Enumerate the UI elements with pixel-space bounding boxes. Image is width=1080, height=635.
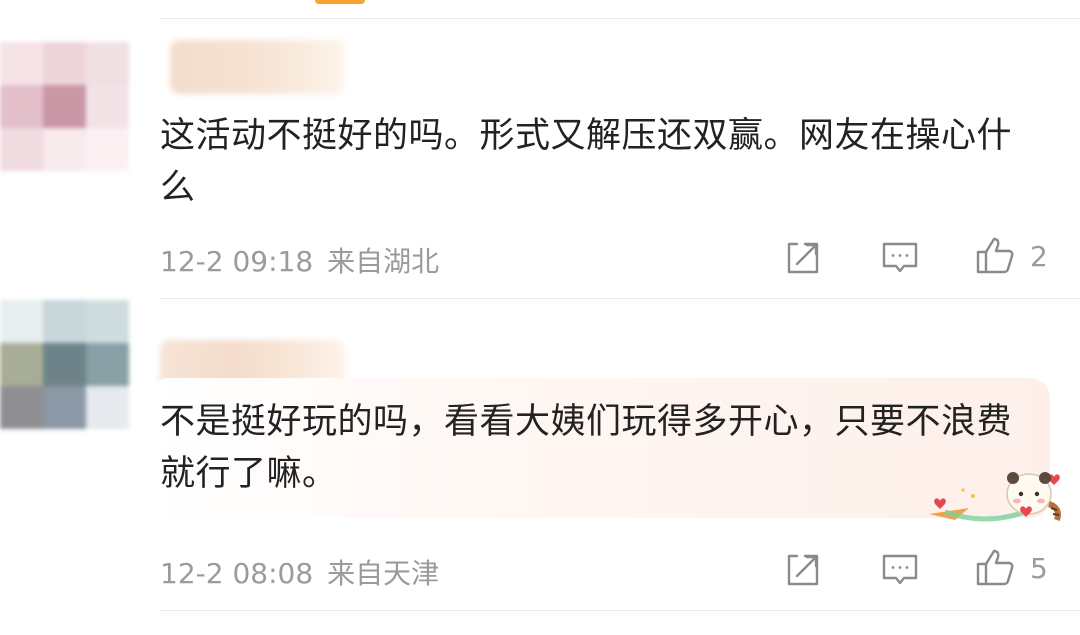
avatar-pixel bbox=[43, 386, 86, 429]
avatar-pixel bbox=[0, 386, 43, 429]
like-button-1[interactable] bbox=[975, 235, 1015, 275]
avatar-pixel bbox=[86, 386, 129, 429]
avatar-pixel bbox=[43, 300, 86, 343]
comment-2-time: 12-2 08:08 bbox=[160, 557, 314, 590]
avatar-pixel bbox=[0, 42, 43, 85]
panda-sticker-icon bbox=[929, 472, 1061, 522]
comment-icon bbox=[882, 554, 918, 585]
like-button-2[interactable] bbox=[975, 547, 1015, 587]
comment-1-time: 12-2 09:18 bbox=[160, 245, 314, 278]
avatar-pixel bbox=[86, 128, 129, 171]
top-badge-fragment bbox=[315, 0, 365, 4]
share-button-2[interactable] bbox=[783, 550, 823, 590]
avatar-pixel bbox=[0, 128, 43, 171]
nickname-1-blurred[interactable] bbox=[170, 40, 345, 94]
divider-1 bbox=[160, 298, 1080, 299]
share-icon bbox=[787, 242, 819, 274]
avatar-pixel bbox=[43, 85, 86, 128]
comment-2-meta: 12-2 08:08 来自天津 bbox=[160, 552, 439, 592]
avatar-2[interactable] bbox=[0, 300, 130, 430]
share-icon bbox=[787, 554, 819, 586]
avatar-1[interactable] bbox=[0, 42, 130, 172]
comment-2-location: 来自天津 bbox=[327, 557, 440, 590]
like-count-2: 5 bbox=[1030, 552, 1048, 585]
avatar-pixel bbox=[86, 42, 129, 85]
like-count-1: 2 bbox=[1030, 240, 1048, 273]
comment-list: 这活动不挺好的吗。形式又解压还双赢。网友在操心什么 12-2 09:18 来自湖北… bbox=[0, 0, 1080, 635]
comment-button-1[interactable] bbox=[880, 238, 920, 278]
avatar-pixel bbox=[86, 343, 129, 386]
comment-1-text: 这活动不挺好的吗。形式又解压还双赢。网友在操心什么 bbox=[160, 116, 1013, 208]
comment-1-meta: 12-2 09:18 来自湖北 bbox=[160, 240, 439, 280]
avatar-pixel bbox=[86, 300, 129, 343]
comment-2-text: 不是挺好玩的吗，看看大姨们玩得多开心，只要不浪费就行了嘛。 bbox=[160, 402, 1013, 494]
comment-1-location: 来自湖北 bbox=[327, 245, 440, 278]
avatar-pixel bbox=[43, 128, 86, 171]
like-icon bbox=[976, 549, 1014, 586]
avatar-pixel bbox=[0, 85, 43, 128]
avatar-pixel bbox=[43, 343, 86, 386]
divider-top bbox=[160, 18, 1080, 19]
avatar-pixel bbox=[0, 300, 43, 343]
divider-2 bbox=[160, 610, 1080, 611]
like-icon bbox=[976, 237, 1014, 274]
comment-button-2[interactable] bbox=[880, 550, 920, 590]
avatar-pixel bbox=[0, 343, 43, 386]
avatar-pixel bbox=[43, 42, 86, 85]
avatar-pixel bbox=[86, 85, 129, 128]
comment-icon bbox=[882, 242, 918, 273]
share-button-1[interactable] bbox=[783, 238, 823, 278]
